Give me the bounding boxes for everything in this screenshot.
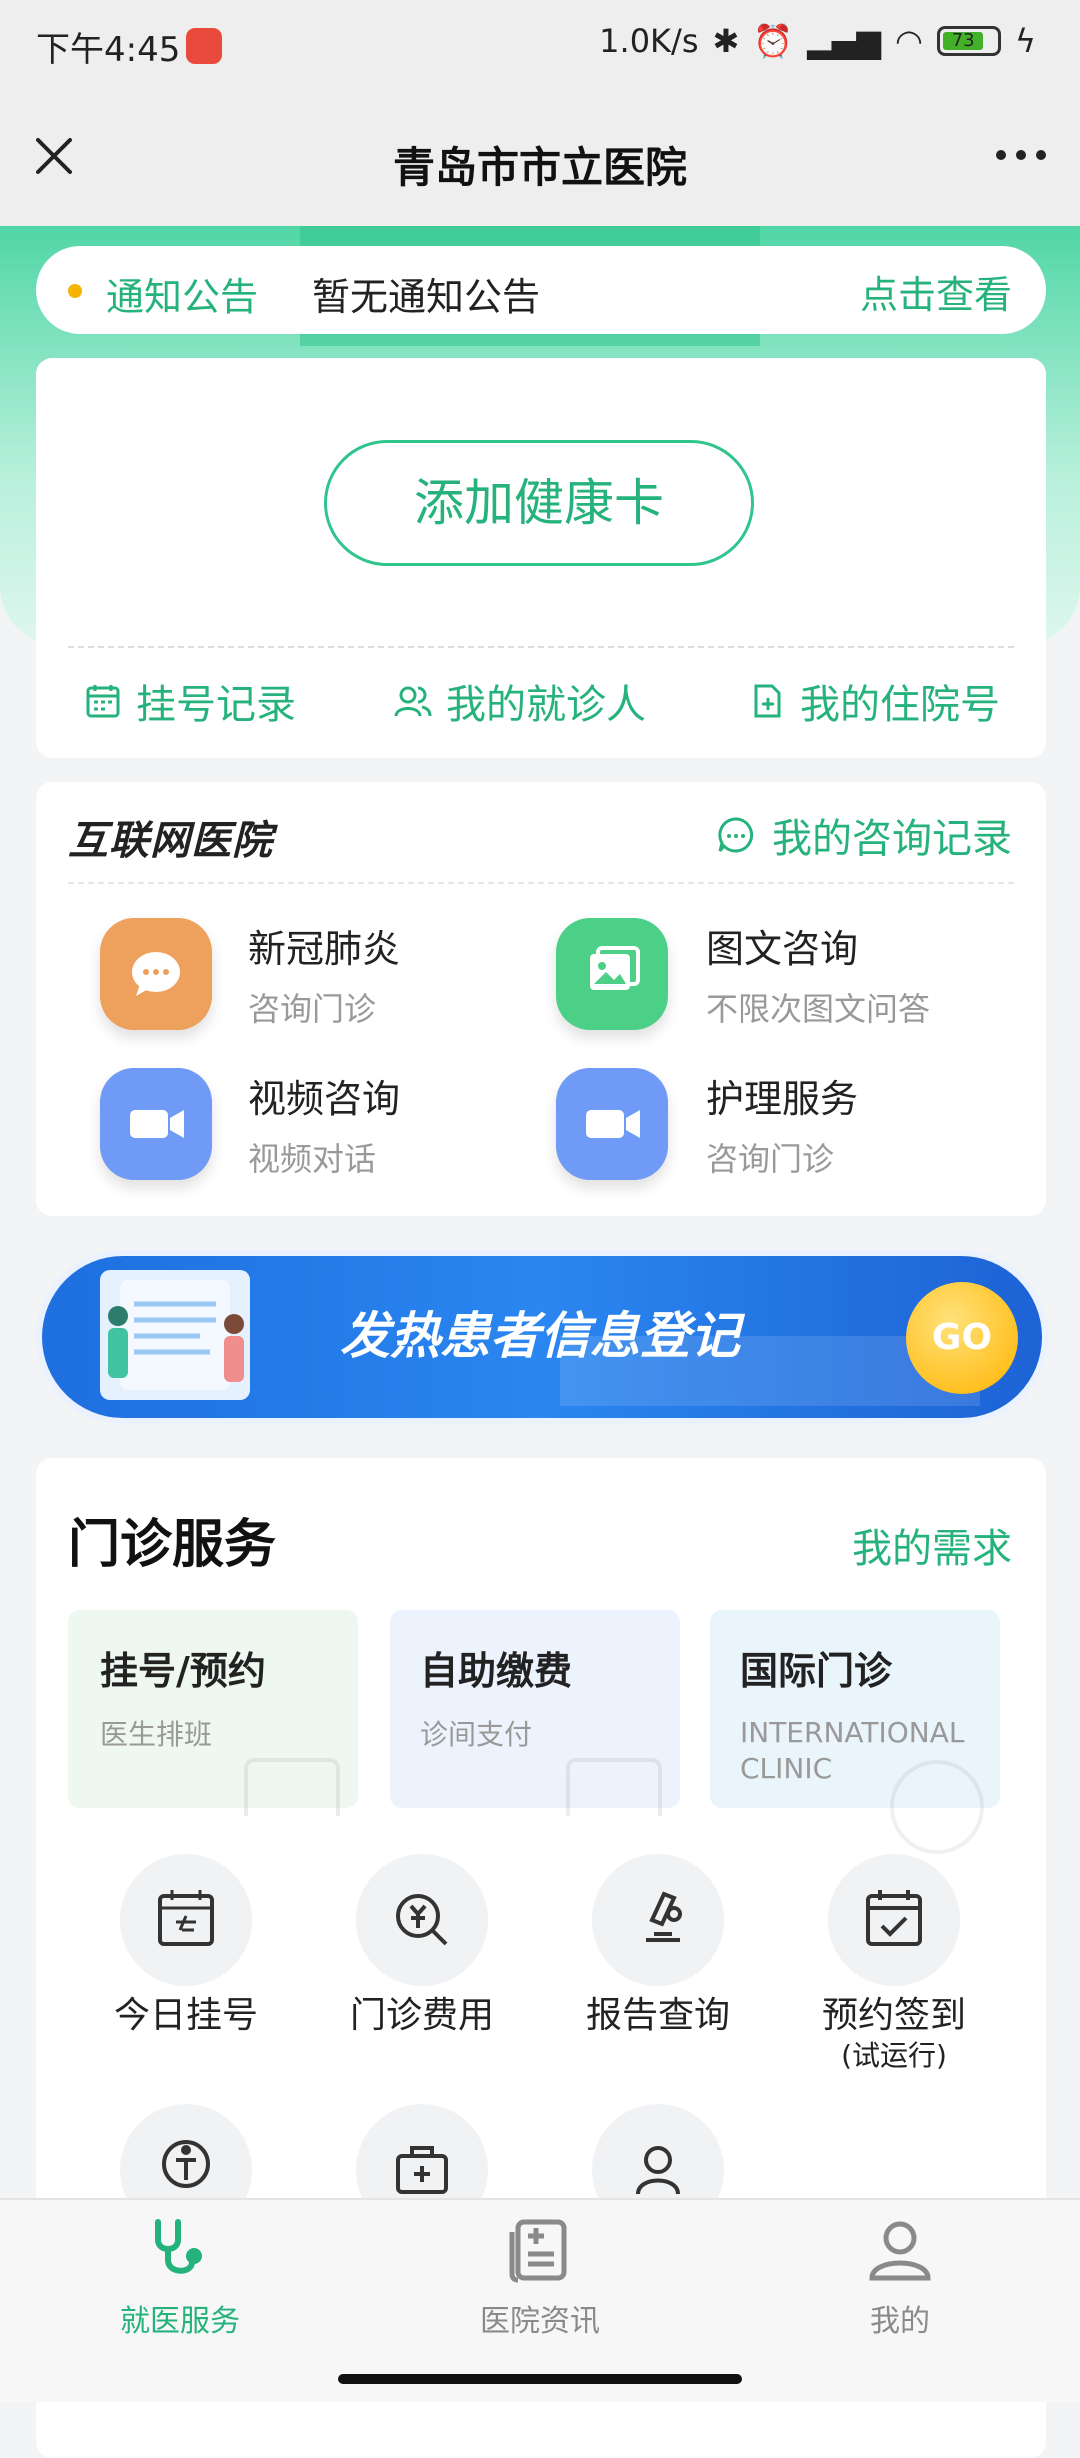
calendar-today-icon[interactable]	[120, 1854, 252, 1986]
network-speed: 1.0K/s	[599, 22, 699, 60]
wifi-icon: ◠	[894, 22, 923, 60]
international-clinic-tile[interactable]: 国际门诊 INTERNATIONAL CLINIC	[710, 1610, 1000, 1854]
internet-hospital-logo: 互联网医院	[68, 818, 273, 864]
battery-level: 73	[942, 32, 984, 50]
yuan-search-icon[interactable]	[356, 1854, 488, 1986]
users-icon	[394, 686, 432, 717]
registration-tile-sub: 医生排班	[100, 1718, 213, 1751]
video-consult-title[interactable]: 视频咨询	[248, 1068, 400, 1123]
stethoscope-icon	[155, 2219, 202, 2274]
my-patients-link[interactable]: 我的就诊人	[394, 672, 646, 730]
outpatient-title: 门诊服务	[68, 1515, 277, 1575]
self-payment-tile-title: 自助缴费	[420, 1649, 573, 1693]
notice-label: 通知公告	[106, 275, 259, 319]
video-consult-sub: 视频对话	[248, 1140, 377, 1178]
go-button[interactable]: GO	[906, 1282, 1018, 1394]
covid-consult-title[interactable]: 新冠肺炎	[248, 918, 400, 973]
trial-run-note: (试运行)	[841, 2039, 947, 2072]
add-health-card-button[interactable]: 添加健康卡	[324, 440, 754, 566]
calendar-check-icon[interactable]	[828, 1854, 960, 1986]
tab-medical-service-label: 就医服务	[120, 2304, 240, 2339]
covid-consult-icon[interactable]	[100, 918, 212, 1030]
tab-medical-service[interactable]: 就医服务	[50, 2214, 310, 2340]
registration-tile[interactable]: 挂号/预约 医生排班	[68, 1610, 358, 1816]
self-payment-tile-sub: 诊间支付	[420, 1718, 533, 1751]
tab-mine[interactable]: 我的	[770, 2214, 1030, 2340]
chat-icon	[718, 817, 754, 853]
notice-dot-icon	[68, 284, 82, 298]
globe-watermark-icon	[890, 1760, 984, 1854]
calendar-icon	[86, 685, 120, 718]
consult-record-link[interactable]: 我的咨询记录	[716, 806, 1012, 864]
nursing-service-icon[interactable]	[556, 1068, 668, 1180]
outpatient-fee-label[interactable]: 门诊费用	[302, 1986, 542, 2038]
inpatient-number-link[interactable]: 我的住院号	[748, 672, 1000, 730]
status-time: 下午4:45	[36, 30, 181, 70]
alarm-icon: ⏰	[753, 22, 794, 60]
international-clinic-tile-title: 国际门诊	[740, 1649, 893, 1693]
status-indicators: 1.0K/s ✱ ⏰ ▂▄▆ ◠ 73 ϟ	[599, 22, 1036, 60]
home-indicator[interactable]	[338, 2374, 742, 2384]
notice-text: 暂无通知公告	[312, 275, 541, 319]
inpatient-number-label: 我的住院号	[800, 682, 1000, 728]
microscope-icon[interactable]	[592, 1854, 724, 1986]
yuan-watermark-icon	[566, 1758, 662, 1816]
nursing-service-sub: 咨询门诊	[706, 1140, 835, 1178]
calendar-watermark-icon	[244, 1758, 340, 1816]
more-icon[interactable]	[996, 150, 1046, 160]
user-icon	[869, 2221, 931, 2281]
tab-mine-label: 我的	[870, 2304, 930, 2339]
battery-icon: 73	[936, 26, 1001, 56]
divider	[68, 646, 1014, 648]
registration-record-label: 挂号记录	[136, 682, 296, 728]
today-registration-label[interactable]: 今日挂号	[66, 1986, 306, 2038]
registration-record-link[interactable]: 挂号记录	[84, 672, 296, 730]
page-title: 青岛市市立医院	[392, 143, 687, 192]
charging-icon: ϟ	[1014, 22, 1036, 60]
image-text-consult-sub: 不限次图文问答	[706, 990, 931, 1028]
covid-consult-sub: 咨询门诊	[248, 990, 377, 1028]
consult-record-label: 我的咨询记录	[772, 816, 1012, 862]
notice-view-link[interactable]: 点击查看	[860, 264, 1012, 319]
my-needs-link[interactable]: 我的需求	[852, 1516, 1012, 1574]
tab-hospital-news[interactable]: 医院资讯	[410, 2214, 670, 2340]
registration-tile-title: 挂号/预约	[100, 1649, 266, 1693]
app-notification-icon	[186, 28, 222, 64]
my-patients-label: 我的就诊人	[446, 682, 646, 728]
divider	[68, 882, 1014, 884]
image-text-consult-title[interactable]: 图文咨询	[706, 918, 858, 973]
report-query-label[interactable]: 报告查询	[538, 1986, 778, 2038]
appointment-checkin-label[interactable]: 预约签到	[774, 1986, 1014, 2038]
tab-hospital-news-label: 医院资讯	[480, 2304, 600, 2339]
bluetooth-icon: ✱	[712, 22, 740, 60]
doctors-illustration	[100, 1270, 250, 1400]
image-text-consult-icon[interactable]	[556, 918, 668, 1030]
news-icon	[509, 2219, 567, 2283]
document-plus-icon	[754, 684, 781, 718]
banner-title: 发热患者信息登记	[340, 1307, 740, 1365]
video-consult-icon[interactable]	[100, 1068, 212, 1180]
signal-icon: ▂▄▆	[807, 22, 881, 60]
nursing-service-title[interactable]: 护理服务	[706, 1068, 858, 1123]
self-payment-tile[interactable]: 自助缴费 诊间支付	[390, 1610, 680, 1816]
